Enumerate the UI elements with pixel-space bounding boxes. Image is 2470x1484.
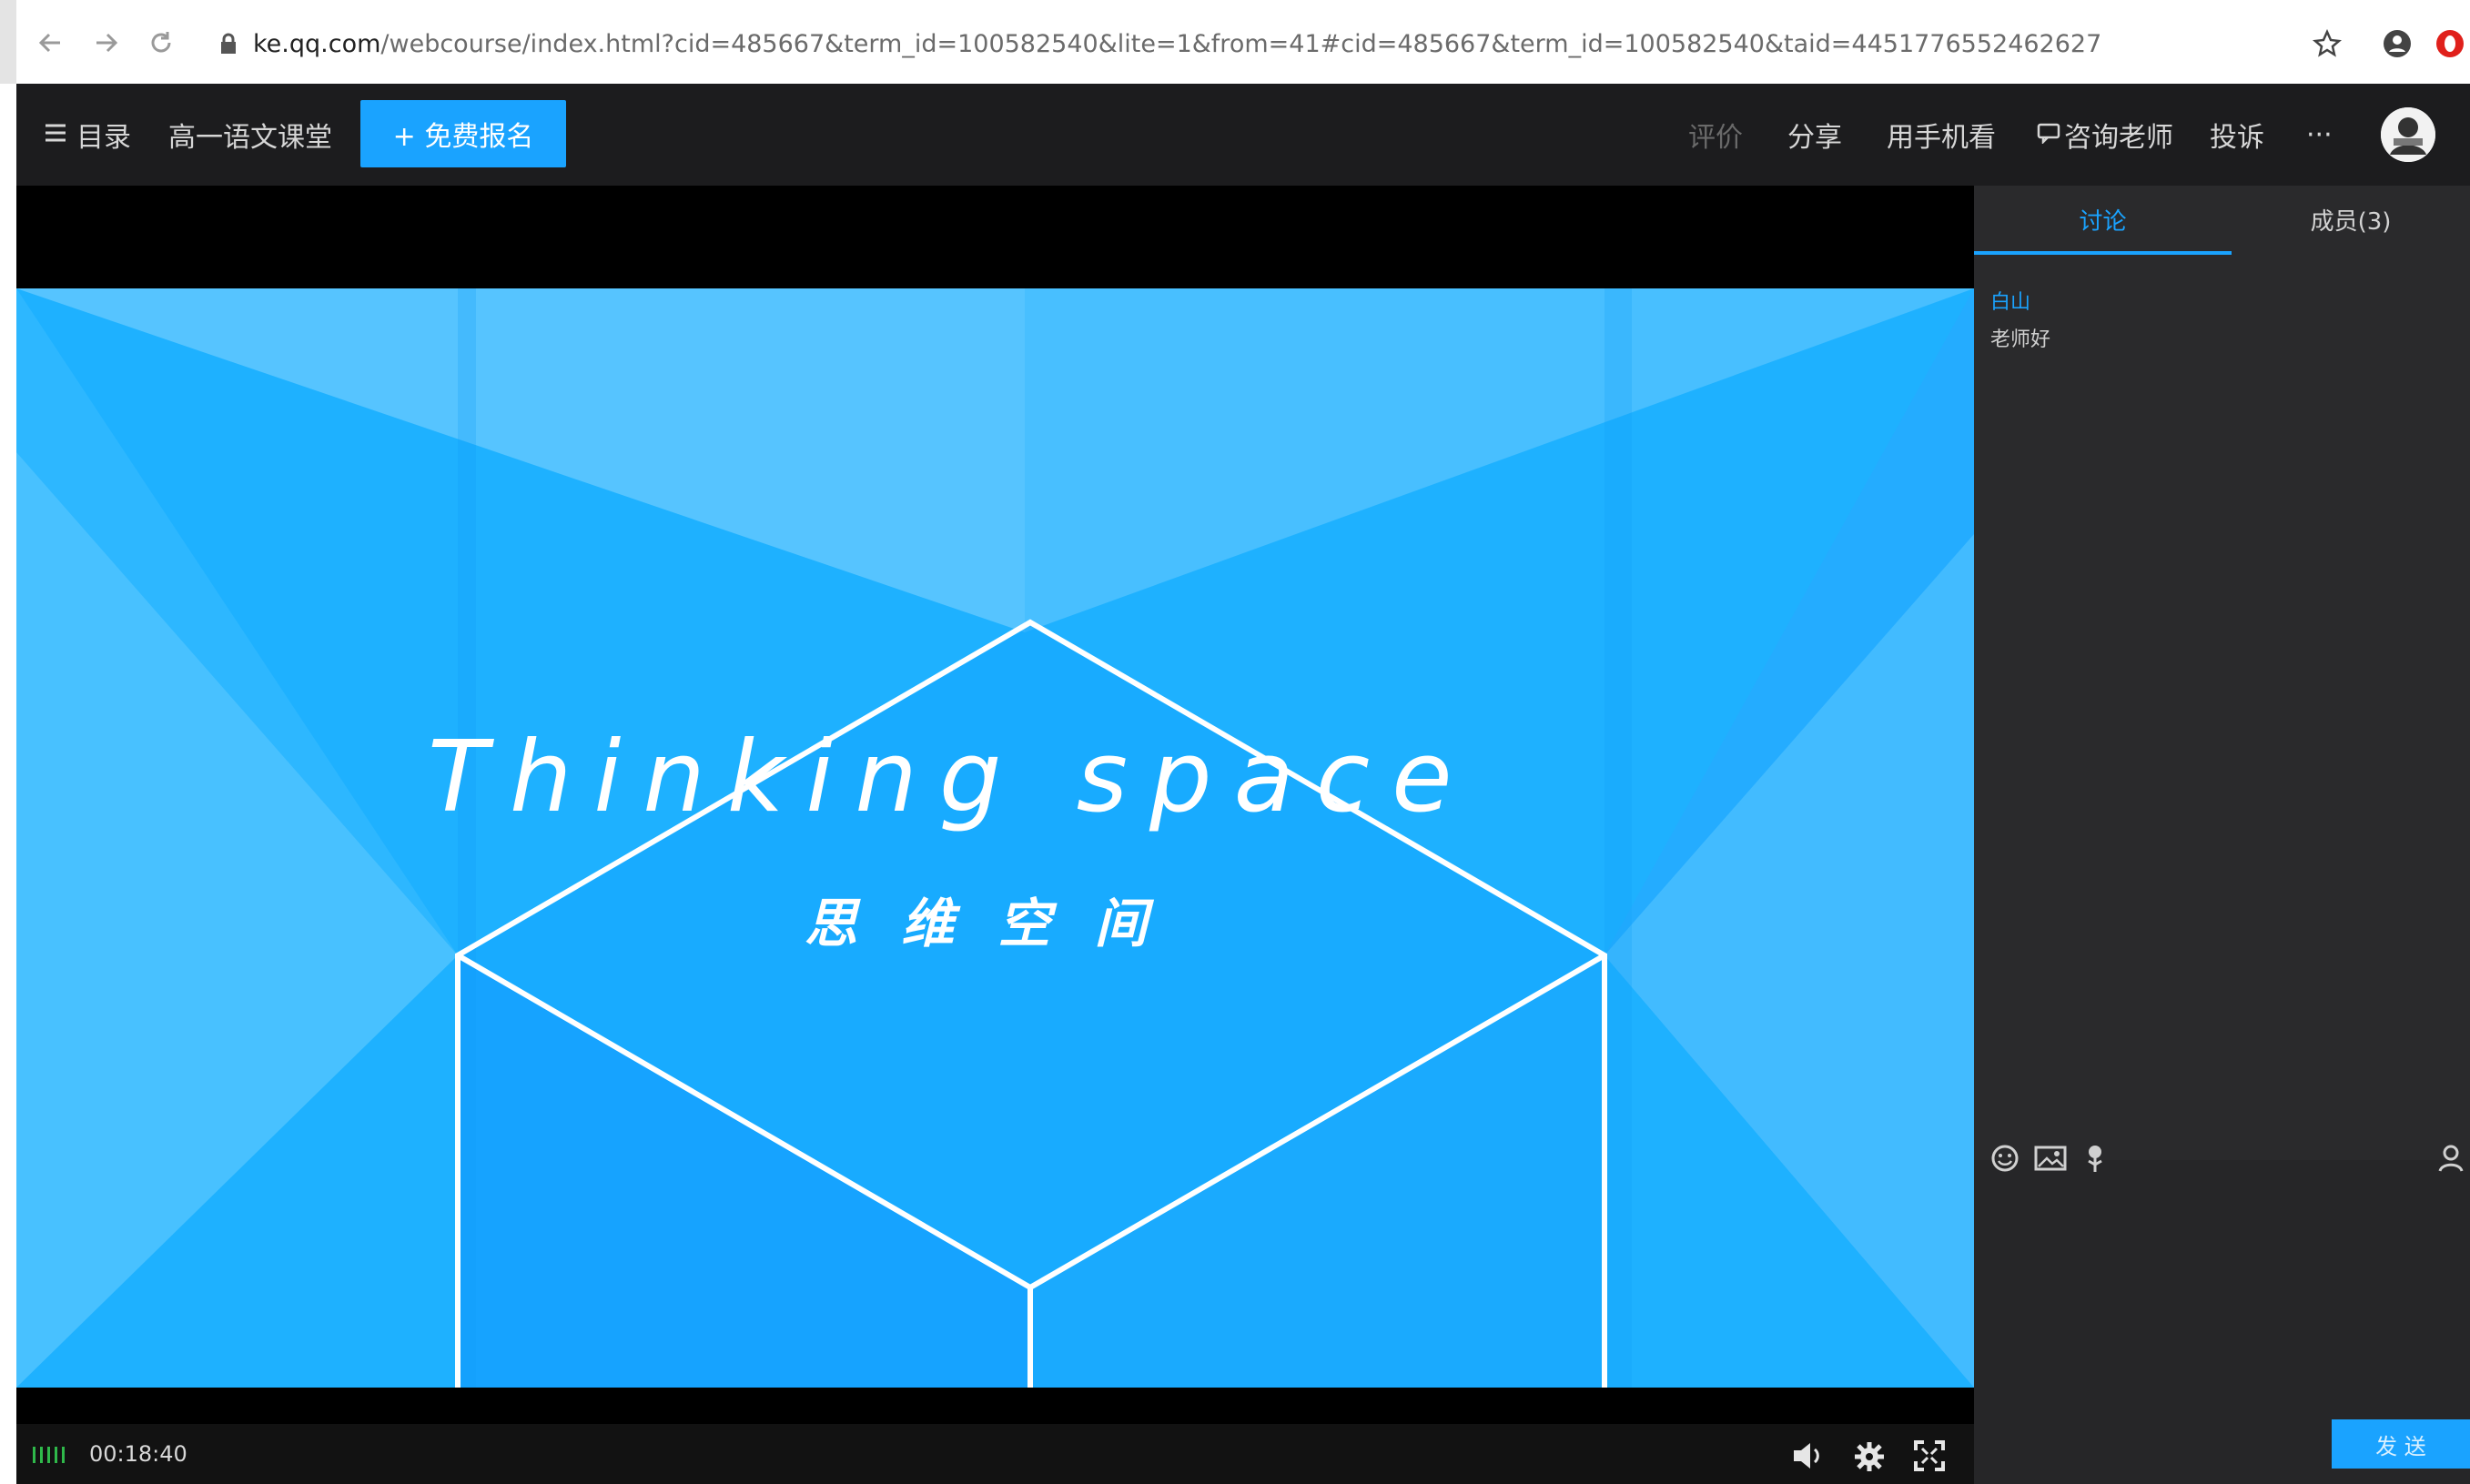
fullscreen-icon[interactable] xyxy=(1913,1439,1946,1472)
tab-discussion[interactable]: 讨论 xyxy=(1974,186,2232,253)
opera-extension-icon[interactable] xyxy=(2432,25,2468,62)
catalog-menu-button[interactable]: 目录 xyxy=(44,84,131,186)
bookmark-star-icon[interactable] xyxy=(2309,25,2345,62)
menu-icon xyxy=(44,119,67,151)
lock-icon xyxy=(215,30,242,57)
flower-gift-icon[interactable] xyxy=(2082,1143,2108,1174)
consult-teacher-label: 咨询老师 xyxy=(2064,122,2173,154)
free-signup-button[interactable]: + 免费报名 xyxy=(360,100,566,167)
url-path: /webcourse/index.html?cid=485667&term_id… xyxy=(380,29,2102,58)
volume-icon[interactable] xyxy=(1790,1439,1827,1472)
course-title: 高一语文课堂 xyxy=(168,122,332,154)
member-icon[interactable] xyxy=(2437,1143,2468,1174)
catalog-label: 目录 xyxy=(76,122,131,154)
more-button[interactable]: ··· xyxy=(2306,84,2333,186)
settings-gear-icon[interactable] xyxy=(1852,1439,1887,1474)
watch-on-mobile-button[interactable]: 用手机看 xyxy=(1887,84,1996,186)
emoji-icon[interactable] xyxy=(1989,1143,2020,1174)
page: ke.qq.com/webcourse/index.html?cid=48566… xyxy=(0,0,2470,1484)
share-button[interactable]: 分享 xyxy=(1787,84,1842,186)
profile-icon[interactable] xyxy=(2379,25,2415,62)
slide-frame xyxy=(16,288,1974,1388)
rate-button[interactable]: 评价 xyxy=(1688,84,1743,186)
image-upload-icon[interactable] xyxy=(2034,1145,2067,1172)
send-button[interactable]: 发 送 xyxy=(2332,1419,2470,1469)
forward-icon[interactable] xyxy=(84,20,129,66)
url-text: ke.qq.com/webcourse/index.html?cid=48566… xyxy=(253,30,2101,58)
user-avatar[interactable] xyxy=(2381,107,2435,162)
tab-members[interactable]: 成员(3) xyxy=(2232,186,2470,253)
slide-background-graphic xyxy=(16,288,1974,1388)
chat-bubble-icon xyxy=(2037,119,2060,151)
chat-message-username: 白山 xyxy=(1990,291,2031,314)
slide-title-english: Thinking space xyxy=(428,721,1474,834)
url-host: ke.qq.com xyxy=(253,29,381,58)
signal-strength-icon xyxy=(31,1443,71,1465)
reload-icon[interactable] xyxy=(138,20,184,66)
chat-message-text: 老师好 xyxy=(1990,328,2051,351)
report-button[interactable]: 投诉 xyxy=(2210,84,2264,186)
player-control-bar xyxy=(16,1424,1974,1484)
consult-teacher-button[interactable]: 咨询老师 xyxy=(2037,84,2173,186)
active-tab-indicator xyxy=(1974,251,2232,255)
address-bar[interactable]: ke.qq.com/webcourse/index.html?cid=48566… xyxy=(197,20,2363,67)
back-icon[interactable] xyxy=(27,20,73,66)
slide-title-chinese: 思 维 空 间 xyxy=(805,893,1160,954)
playback-time: 00:18:40 xyxy=(89,1441,187,1467)
